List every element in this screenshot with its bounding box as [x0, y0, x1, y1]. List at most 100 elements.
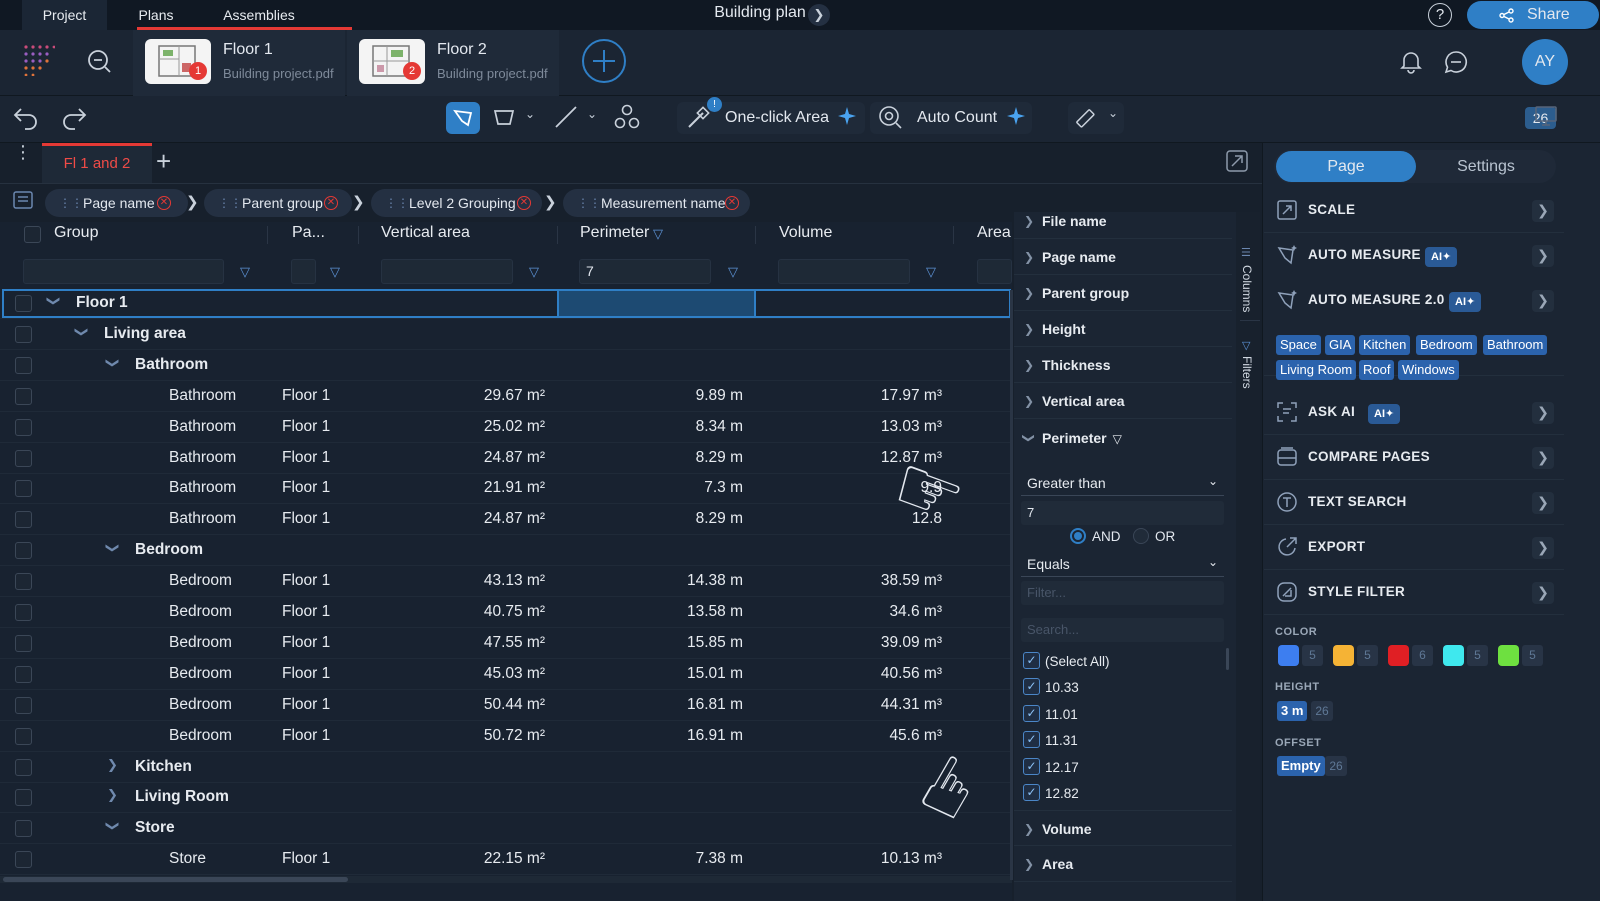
row-checkbox[interactable] [15, 449, 32, 467]
column-item-parent-group[interactable]: ❯ Parent group [1014, 275, 1232, 311]
values-scrollbar[interactable] [1226, 648, 1229, 670]
add-tab-icon[interactable]: + [156, 146, 171, 177]
share-button[interactable]: Share [1467, 1, 1599, 29]
filter-search-input[interactable]: Search... [1021, 618, 1224, 642]
line-tool-icon[interactable] [553, 104, 579, 130]
row-checkbox[interactable] [15, 665, 32, 683]
tag-living-room[interactable]: Living Room [1276, 360, 1357, 380]
grouping-chip-page-name[interactable]: ⋮⋮ Page name ✕ [45, 189, 188, 217]
height-value-chip[interactable]: 3 m [1277, 701, 1308, 721]
panel-item-auto-measure[interactable]: AUTO MEASURE AI✦ ❯ [1264, 234, 1564, 278]
offset-value-chip[interactable]: Empty [1277, 756, 1325, 776]
filter-input-page[interactable] [291, 259, 316, 284]
table-row[interactable]: Bedroom Floor 1 45.03 m² 15.01 m 40.56 m³ [0, 659, 1012, 690]
tab-page[interactable]: Page [1276, 151, 1416, 182]
panel-item-compare-pages[interactable]: COMPARE PAGES ❯ [1264, 436, 1564, 480]
tag-space[interactable]: Space [1276, 335, 1321, 355]
group-row[interactable]: ❯ Kitchen [0, 752, 1012, 783]
filter-input-volume[interactable] [778, 259, 910, 284]
notification-bell-icon[interactable] [1398, 48, 1424, 74]
chevron-down-icon[interactable]: ⌄ [587, 107, 597, 121]
tag-bathroom[interactable]: Bathroom [1483, 335, 1548, 355]
tag-bedroom[interactable]: Bedroom [1416, 335, 1477, 355]
measure-tool-button[interactable]: ⌄ [1068, 102, 1124, 134]
panel-item-text-search[interactable]: TEXT SEARCH ❯ [1264, 481, 1564, 525]
table-row[interactable]: Bathroom Floor 1 24.87 m² 8.29 m 12.87 m³ [0, 443, 1012, 474]
color-swatch[interactable] [1278, 645, 1299, 666]
column-item-vertical-area[interactable]: ❯ Vertical area [1014, 383, 1232, 419]
tab-project[interactable]: Project [22, 0, 107, 30]
filter-input-area[interactable] [977, 259, 1012, 284]
group-row[interactable]: ❯ Bathroom [0, 350, 1012, 381]
tab-report[interactable]: Fl 1 and 2 [42, 143, 152, 183]
panel-item-ask-ai[interactable]: ASK AI AI✦ ❯ [1264, 391, 1564, 435]
document-title[interactable]: Building plan [640, 4, 880, 22]
grouping-chip-level-2[interactable]: ⋮⋮ Level 2 Grouping ✕ [371, 189, 542, 217]
table-row[interactable]: Bathroom Floor 1 25.02 m² 8.34 m 13.03 m³ [0, 412, 1012, 443]
row-checkbox[interactable] [15, 820, 32, 838]
row-checkbox[interactable] [15, 418, 32, 436]
tag-roof[interactable]: Roof [1359, 360, 1395, 380]
column-header-area[interactable]: Area [977, 224, 1011, 242]
row-group-icon[interactable] [13, 191, 33, 209]
row-checkbox[interactable] [15, 789, 32, 807]
row-checkbox[interactable] [15, 511, 32, 529]
checkbox-value[interactable]: ✓ [1023, 758, 1040, 775]
filter-icon[interactable]: ▽ [240, 264, 250, 280]
tab-assemblies[interactable]: Assemblies [216, 0, 302, 30]
chevron-right-icon[interactable]: ❯ [808, 4, 830, 26]
radio-or[interactable] [1133, 528, 1149, 544]
column-header-volume[interactable]: Volume [779, 224, 832, 242]
column-item-volume[interactable]: ❯ Volume [1014, 810, 1232, 846]
checkbox-value[interactable]: ✓ [1023, 731, 1040, 748]
row-checkbox[interactable] [15, 696, 32, 714]
expand-group-icon[interactable]: ❯ [107, 787, 118, 803]
tab-plans[interactable]: Plans [130, 0, 182, 30]
filter-input-perimeter[interactable]: 7 [579, 259, 711, 284]
row-checkbox[interactable] [15, 542, 32, 560]
chevron-down-icon[interactable]: ⌄ [525, 107, 535, 121]
horizontal-scrollbar[interactable] [0, 876, 1012, 883]
row-checkbox[interactable] [15, 387, 32, 405]
color-swatch[interactable] [1443, 645, 1464, 666]
user-avatar[interactable]: AY [1522, 39, 1568, 85]
tab-settings[interactable]: Settings [1416, 151, 1556, 182]
color-swatch[interactable] [1333, 645, 1354, 666]
column-item-area[interactable]: ❯ Area [1014, 846, 1232, 882]
vertical-scrollbar[interactable] [1010, 290, 1013, 880]
table-row[interactable]: Bedroom Floor 1 47.55 m² 15.85 m 39.09 m³ [0, 628, 1012, 659]
side-tab-columns[interactable]: Columns [1240, 265, 1254, 312]
column-header-group[interactable]: Group [54, 224, 98, 242]
filter-icon[interactable]: ▽ [926, 264, 936, 280]
color-swatch[interactable] [1388, 645, 1409, 666]
group-row[interactable]: ❯ Bedroom [0, 535, 1012, 567]
table-row[interactable]: Bathroom Floor 1 29.67 m² 9.89 m 17.97 m³ [0, 381, 1012, 412]
tag-gia[interactable]: GIA [1325, 335, 1356, 355]
column-item-page-name[interactable]: ❯ Page name [1014, 239, 1232, 275]
comments-icon[interactable] [1443, 49, 1469, 75]
monitor-icon[interactable] [1534, 104, 1558, 128]
filter-icon[interactable]: ▽ [529, 264, 539, 280]
filter-condition-1[interactable]: Greater than ⌄ [1021, 470, 1224, 496]
expand-panel-icon[interactable] [1225, 149, 1249, 173]
tag-kitchen[interactable]: Kitchen [1359, 335, 1411, 355]
column-header-page[interactable]: Pa... [292, 224, 325, 242]
redo-icon[interactable] [60, 104, 88, 130]
file-card-floor-1[interactable]: 1 Floor 1 Building project.pdf [133, 30, 345, 96]
filter-icon[interactable]: ▽ [728, 264, 738, 280]
remove-chip-icon[interactable]: ✕ [517, 196, 531, 210]
panel-item-scale[interactable]: SCALE ❯ [1264, 189, 1564, 233]
column-item-file-name[interactable]: ❯ File name [1014, 203, 1232, 239]
group-row[interactable]: ❯ Living Room [0, 782, 1012, 814]
expand-group-icon[interactable]: ❯ [107, 757, 118, 773]
row-checkbox[interactable] [15, 356, 32, 374]
area-tool-button[interactable] [446, 102, 480, 134]
column-item-perimeter[interactable]: ❯ Perimeter ▽ [1014, 420, 1232, 456]
grouping-chip-parent-group[interactable]: ⋮⋮ Parent group ✕ [204, 189, 352, 217]
filter-value-1-input[interactable]: 7 [1021, 501, 1224, 525]
row-checkbox[interactable] [15, 851, 32, 869]
group-row[interactable]: ❯ Living area [0, 319, 1012, 350]
checkbox-value[interactable]: ✓ [1023, 678, 1040, 695]
help-icon[interactable]: ? [1428, 3, 1452, 27]
add-file-icon[interactable] [581, 38, 627, 84]
